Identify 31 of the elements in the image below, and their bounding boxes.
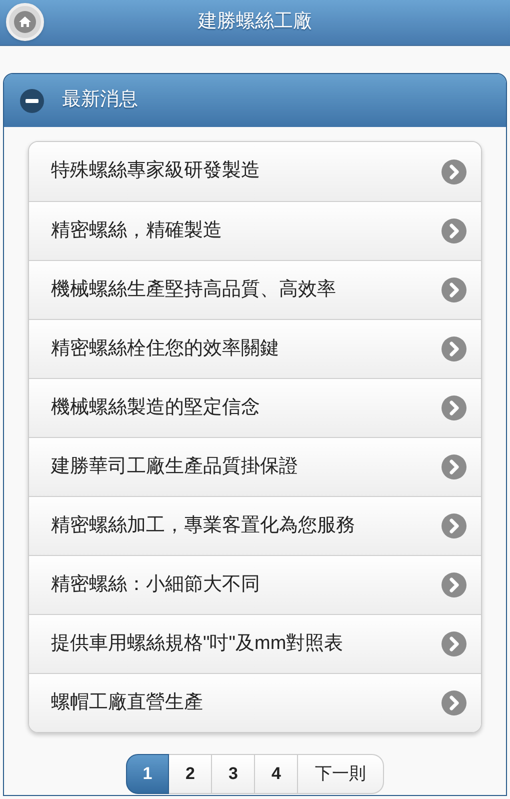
page-title: 建勝螺絲工廠 xyxy=(196,10,313,34)
home-icon xyxy=(14,11,36,33)
list-item[interactable]: 精密螺絲：小細節大不同 xyxy=(29,555,481,614)
home-button[interactable] xyxy=(6,3,44,41)
chevron-right-icon xyxy=(441,336,467,362)
list-item[interactable]: 精密螺絲加工，專業客置化為您服務 xyxy=(29,496,481,555)
chevron-right-icon xyxy=(441,218,467,244)
chevron-right-icon xyxy=(441,513,467,539)
list-item[interactable]: 建勝華司工廠生產品質掛保證 xyxy=(29,437,481,496)
chevron-right-icon xyxy=(441,277,467,303)
page-button[interactable]: 4 xyxy=(255,754,298,794)
list-item[interactable]: 精密螺絲栓住您的效率關鍵 xyxy=(29,319,481,378)
chevron-right-icon xyxy=(441,690,467,716)
section-title: 最新消息 xyxy=(62,88,138,112)
list-item[interactable]: 螺帽工廠直營生產 xyxy=(29,673,481,732)
chevron-right-icon xyxy=(441,158,467,184)
list-item[interactable]: 特殊螺絲專家級研發製造 xyxy=(29,142,481,201)
minus-icon xyxy=(19,88,45,114)
chevron-right-icon xyxy=(441,572,467,598)
chevron-right-icon xyxy=(441,454,467,480)
list-item[interactable]: 機械螺絲生產堅持高品質、高效率 xyxy=(29,260,481,319)
chevron-right-icon xyxy=(441,631,467,657)
list-item[interactable]: 機械螺絲製造的堅定信念 xyxy=(29,378,481,437)
list-item[interactable]: 精密螺絲，精確製造 xyxy=(29,201,481,260)
chevron-right-icon xyxy=(441,395,467,421)
page-button[interactable]: 2 xyxy=(169,754,212,794)
page-button[interactable]: 1 xyxy=(126,754,170,794)
page-button[interactable]: 下一則 xyxy=(298,754,384,794)
collapsible-header[interactable]: 最新消息 xyxy=(4,74,506,127)
page-button[interactable]: 3 xyxy=(212,754,256,794)
list-item[interactable]: 提供車用螺絲規格"吋"及mm對照表 xyxy=(29,614,481,673)
